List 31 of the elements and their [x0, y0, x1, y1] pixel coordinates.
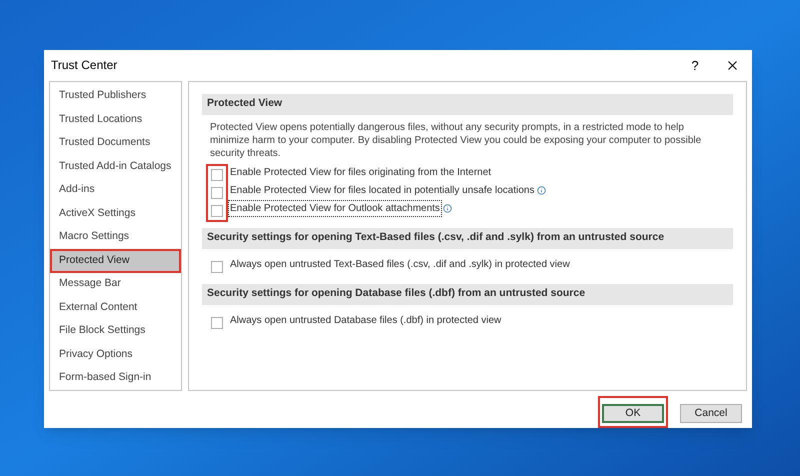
sidebar-item[interactable]: Trusted Documents [50, 132, 181, 155]
option-label[interactable]: Enable Protected View for files originating from the Internet [228, 164, 494, 181]
sidebar-item[interactable]: File Block Settings [50, 320, 181, 343]
sidebar-item[interactable]: Protected View [50, 249, 181, 272]
section-header: Security settings for opening Text-Based files (.csv, .dif and .sylk) from an untrusted source [202, 228, 733, 248]
sidebar-item[interactable]: Privacy Options [50, 343, 181, 366]
checkbox[interactable] [211, 260, 223, 272]
window-title: Trust Center [51, 57, 118, 74]
sidebar-item[interactable]: ActiveX Settings [50, 202, 181, 226]
checkbox[interactable] [211, 186, 223, 198]
sidebar-item[interactable]: External Content [50, 296, 181, 320]
sidebar-item[interactable]: Trusted Add-in Catalogs [50, 155, 181, 178]
sidebar-item[interactable]: Add-ins [50, 178, 181, 202]
help-button[interactable]: ? [685, 56, 705, 75]
sidebar-item[interactable]: Form-based Sign-in [50, 366, 181, 390]
checkbox[interactable] [211, 204, 223, 216]
sidebar-item[interactable]: Trusted Publishers [50, 84, 181, 108]
dialog-button[interactable]: Cancel [680, 404, 742, 424]
section-header: Security settings for opening Database files (.dbf) from an untrusted source [202, 284, 733, 304]
option-label[interactable]: Enable Protected View for files located in potentially unsafe locations [228, 182, 536, 199]
checkbox[interactable] [211, 316, 223, 328]
checkbox[interactable] [211, 168, 223, 180]
option-label[interactable]: Always open untrusted Text-Based files (.csv, .dif and .sylk) in protected view [228, 256, 572, 273]
sidebar-item[interactable]: Macro Settings [50, 226, 181, 249]
option-label[interactable]: Always open untrusted Database files (.dbf) in protected view [228, 312, 504, 329]
section-header: Protected View [202, 94, 733, 114]
dialog-button[interactable]: OK [602, 404, 664, 423]
sidebar-item[interactable]: Trusted Locations [50, 108, 181, 132]
sidebar-item[interactable]: Message Bar [50, 272, 181, 296]
description-text: Protected View opens potentially dangerous files, without any security prompts, in a restricted mode to help minimize harm to your computer. By disabling Protected View you could be exposing your computer to possible security threats. [209, 120, 702, 160]
option-label[interactable]: Enable Protected View for Outlook attachments [228, 200, 442, 217]
